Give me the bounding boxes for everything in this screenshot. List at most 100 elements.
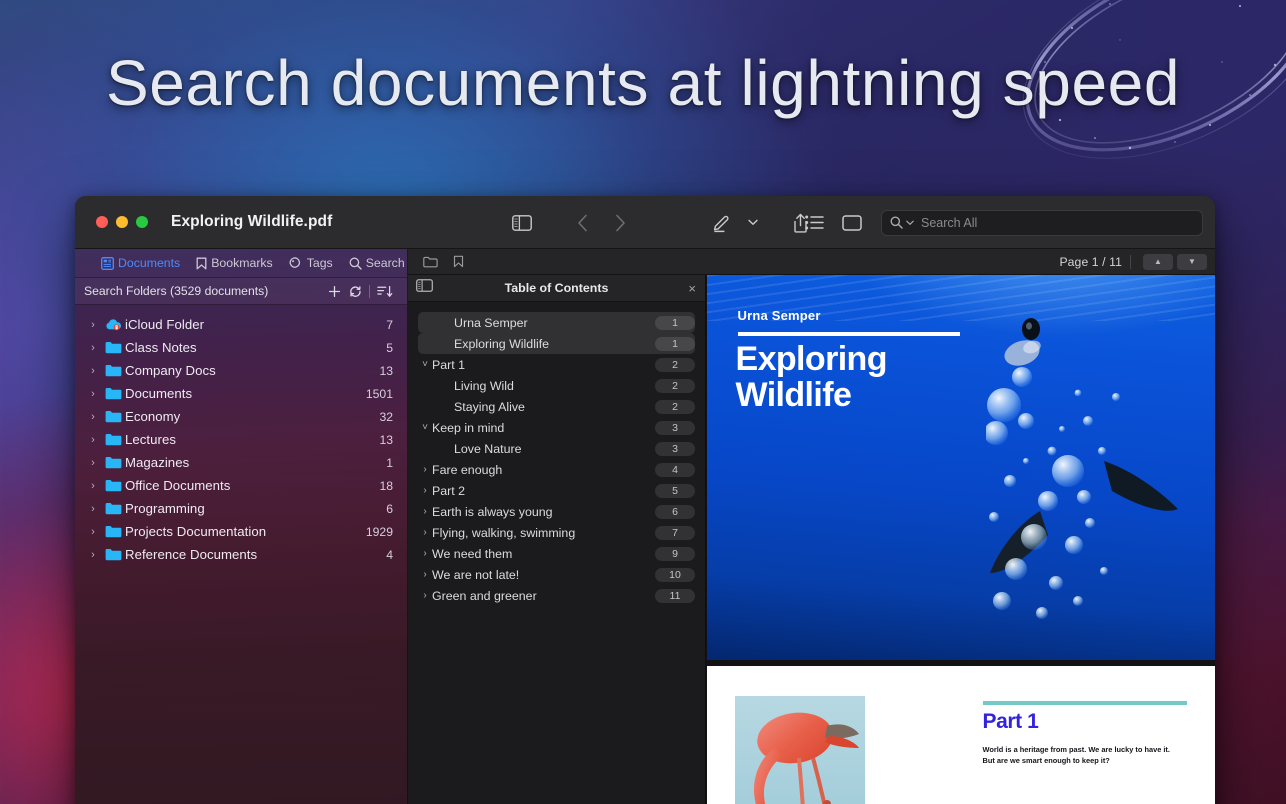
toc-row[interactable]: Love Nature3 — [418, 438, 695, 459]
toolbar-right-group: Search All — [795, 196, 1203, 249]
toc-row[interactable]: ›Green and greener11 — [418, 585, 695, 606]
chevron-right-icon[interactable]: › — [418, 506, 432, 517]
folder-row[interactable]: ›Reference Documents4 — [75, 543, 407, 566]
part-heading: Part 1 — [983, 710, 1039, 734]
pdf-viewer[interactable]: Urna Semper Exploring Wildlife — [706, 275, 1215, 804]
folder-row[interactable]: ›Company Docs13 — [75, 359, 407, 382]
toc-row[interactable]: ›Fare enough4 — [418, 459, 695, 480]
minimize-window-button[interactable] — [116, 216, 128, 228]
toc-row[interactable]: ›Flying, walking, swimming7 — [418, 522, 695, 543]
folder-icon — [101, 364, 125, 377]
chevron-right-icon[interactable]: › — [418, 485, 432, 496]
folder-row[interactable]: ›Magazines1 — [75, 451, 407, 474]
toc-row[interactable]: Exploring Wildlife1 — [418, 333, 695, 354]
cover-title: Exploring Wildlife — [736, 341, 887, 413]
pdf-page-1[interactable]: Urna Semper Exploring Wildlife — [707, 275, 1215, 660]
toc-row[interactable]: ›We need them9 — [418, 543, 695, 564]
zoom-window-button[interactable] — [136, 216, 148, 228]
chevron-right-icon[interactable]: › — [85, 342, 101, 354]
sidebar-tab-search[interactable]: Search — [349, 256, 405, 270]
chevron-right-icon[interactable]: › — [85, 319, 101, 331]
close-window-button[interactable] — [96, 216, 108, 228]
back-navigation-icon[interactable] — [563, 208, 601, 238]
folder-row[interactable]: › iCloud Folder7 — [75, 313, 407, 336]
chevron-down-icon[interactable]: ˅ — [418, 422, 432, 433]
folder-row[interactable]: ›Economy32 — [75, 405, 407, 428]
folder-count: 1929 — [366, 525, 393, 539]
folder-row[interactable]: ›Programming6 — [75, 497, 407, 520]
toc-page-badge: 3 — [655, 442, 695, 456]
toc-row[interactable]: ˅Part 12 — [418, 354, 695, 375]
chevron-right-icon[interactable]: › — [85, 388, 101, 400]
toc-page-badge: 11 — [655, 589, 695, 603]
chevron-right-icon[interactable]: › — [418, 548, 432, 559]
toc-list: Urna Semper1Exploring Wildlife1˅Part 12L… — [408, 302, 705, 804]
toc-label: Urna Semper — [454, 316, 655, 330]
folder-row[interactable]: ›Documents1501 — [75, 382, 407, 405]
page-layout-icon[interactable] — [833, 208, 871, 238]
toc-row[interactable]: ›Earth is always young6 — [418, 501, 695, 522]
close-icon[interactable]: × — [688, 281, 696, 296]
folder-row[interactable]: ›Projects Documentation1929 — [75, 520, 407, 543]
folder-row[interactable]: ›Class Notes5 — [75, 336, 407, 359]
right-region: Page 1 / 11 ▲ ▼ Table of Contents × — [408, 249, 1215, 804]
list-icon[interactable] — [795, 208, 833, 238]
chevron-right-icon[interactable]: › — [85, 411, 101, 423]
toc-row[interactable]: Staying Alive2 — [418, 396, 695, 417]
pen-markup-icon[interactable] — [703, 208, 741, 238]
chevron-right-icon[interactable]: › — [418, 527, 432, 538]
folder-count: 1501 — [366, 387, 393, 401]
folder-count: 7 — [386, 318, 393, 332]
folder-row[interactable]: ›Office Documents18 — [75, 474, 407, 497]
chevron-right-icon[interactable]: › — [85, 480, 101, 492]
bookmark-outline-icon[interactable] — [444, 255, 472, 268]
table-of-contents-panel: Table of Contents × Urna Semper1Explorin… — [408, 275, 706, 804]
toc-label: Flying, walking, swimming — [432, 526, 655, 540]
toc-page-badge: 2 — [655, 358, 695, 372]
sidebar-tab-bookmarks[interactable]: Bookmarks — [196, 256, 273, 270]
sidebar-tab-documents[interactable]: Documents — [101, 256, 180, 270]
toc-row[interactable]: ›We are not late!10 — [418, 564, 695, 585]
document-title: Exploring Wildlife.pdf — [171, 213, 332, 231]
toc-label: Green and greener — [432, 589, 655, 603]
toc-row[interactable]: ˅Keep in mind3 — [418, 417, 695, 438]
toc-header: Table of Contents × — [408, 275, 705, 302]
sidebar-tab-tags[interactable]: Tags — [289, 256, 333, 270]
folder-name: Reference Documents — [125, 547, 386, 562]
previous-page-button[interactable]: ▲ — [1143, 254, 1173, 270]
chevron-right-icon[interactable]: › — [85, 503, 101, 515]
bookmark-icon — [196, 257, 207, 270]
toc-label: Earth is always young — [432, 505, 655, 519]
folder-icon — [101, 433, 125, 446]
toc-row[interactable]: Living Wild2 — [418, 375, 695, 396]
chevron-right-icon[interactable]: › — [418, 464, 432, 475]
chevron-right-icon[interactable]: › — [85, 365, 101, 377]
refresh-icon[interactable] — [345, 285, 366, 298]
next-page-button[interactable]: ▼ — [1177, 254, 1207, 270]
chevron-down-icon[interactable]: ˅ — [418, 359, 432, 370]
panel-toggle-icon[interactable] — [416, 279, 433, 297]
folder-name: Programming — [125, 501, 386, 516]
chevron-right-icon[interactable]: › — [85, 526, 101, 538]
folder-name: iCloud Folder — [125, 317, 386, 332]
chevron-right-icon[interactable]: › — [85, 549, 101, 561]
pdf-page-2[interactable]: Part 1 World is a heritage from past. We… — [707, 666, 1215, 804]
app-window: Exploring Wildlife.pdf — [75, 196, 1215, 804]
chevron-right-icon[interactable]: › — [418, 590, 432, 601]
chevron-right-icon[interactable]: › — [85, 457, 101, 469]
chevron-right-icon[interactable]: › — [85, 434, 101, 446]
folder-row[interactable]: ›Lectures13 — [75, 428, 407, 451]
search-input[interactable]: Search All — [881, 210, 1203, 236]
sort-icon[interactable] — [373, 285, 397, 298]
add-icon[interactable] — [324, 285, 345, 298]
chevron-right-icon[interactable]: › — [418, 569, 432, 580]
chevron-down-icon[interactable] — [741, 208, 765, 238]
sidebar-toggle-icon[interactable] — [503, 208, 541, 238]
folder-outline-icon[interactable] — [416, 256, 444, 268]
toc-row[interactable]: Urna Semper1 — [418, 312, 695, 333]
sidebar-tab-label: Tags — [307, 256, 333, 270]
sidebar-subheader: Search Folders (3529 documents) — [75, 278, 407, 305]
forward-navigation-icon[interactable] — [601, 208, 639, 238]
toc-row[interactable]: ›Part 25 — [418, 480, 695, 501]
folder-name: Class Notes — [125, 340, 386, 355]
